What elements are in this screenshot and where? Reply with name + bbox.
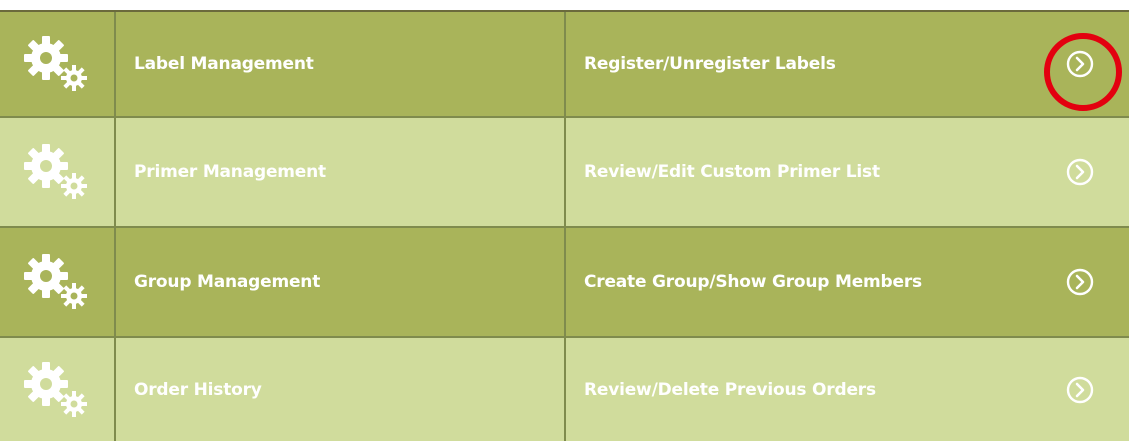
title-cell: Label Management	[116, 12, 566, 116]
row-action-link[interactable]: Review/Delete Previous Orders	[584, 380, 876, 400]
title-cell: Group Management	[116, 228, 566, 336]
row-title[interactable]: Primer Management	[134, 162, 326, 182]
icon-cell	[0, 118, 116, 226]
row-title[interactable]: Group Management	[134, 272, 320, 292]
action-cell[interactable]: Review/Edit Custom Primer List	[566, 118, 1129, 226]
menu-row-primer-management[interactable]: Primer Management Review/Edit Custom Pri…	[0, 118, 1129, 228]
gears-icon	[24, 361, 87, 417]
action-cell[interactable]: Register/Unregister Labels	[566, 12, 1129, 116]
row-action-link[interactable]: Review/Edit Custom Primer List	[584, 162, 880, 182]
chevron-circle-right-icon[interactable]	[1065, 157, 1095, 187]
title-cell: Primer Management	[116, 118, 566, 226]
row-title[interactable]: Label Management	[134, 54, 314, 74]
menu-row-group-management[interactable]: Group Management Create Group/Show Group…	[0, 228, 1129, 338]
icon-cell	[0, 228, 116, 336]
gears-icon	[24, 254, 87, 309]
chevron-circle-right-icon[interactable]	[1065, 267, 1095, 297]
management-menu: Label Management Register/Unregister Lab…	[0, 10, 1129, 441]
row-action-link[interactable]: Create Group/Show Group Members	[584, 272, 922, 292]
gears-icon	[24, 144, 87, 199]
menu-row-order-history[interactable]: Order History Review/Delete Previous Ord…	[0, 338, 1129, 441]
menu-row-label-management[interactable]: Label Management Register/Unregister Lab…	[0, 12, 1129, 118]
action-cell[interactable]: Review/Delete Previous Orders	[566, 338, 1129, 441]
row-action-link[interactable]: Register/Unregister Labels	[584, 54, 836, 74]
icon-cell	[0, 12, 116, 116]
action-cell[interactable]: Create Group/Show Group Members	[566, 228, 1129, 336]
row-title[interactable]: Order History	[134, 380, 262, 400]
chevron-circle-right-icon[interactable]	[1065, 49, 1095, 79]
chevron-circle-right-icon[interactable]	[1065, 375, 1095, 405]
icon-cell	[0, 338, 116, 441]
gears-icon	[24, 36, 87, 91]
title-cell: Order History	[116, 338, 566, 441]
